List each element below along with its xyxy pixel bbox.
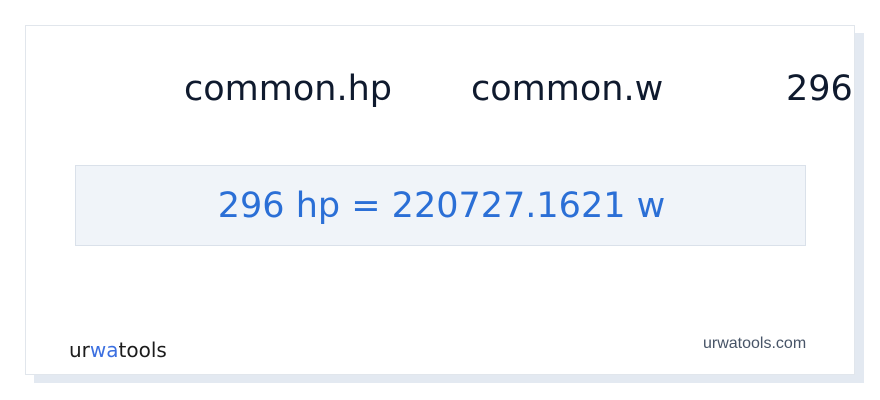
- amount-value: 296: [786, 69, 853, 109]
- site-url: urwatools.com: [703, 335, 807, 352]
- logo-accent: wa: [89, 338, 119, 362]
- page: common.hp common.w 296 296 hp = 220727.1…: [0, 0, 880, 400]
- logo-suffix: tools: [118, 338, 167, 362]
- to-unit-label: common.w: [471, 69, 664, 109]
- urwatools-logo: urwatools: [69, 338, 167, 362]
- from-unit-label: common.hp: [184, 69, 392, 109]
- logo-prefix: ur: [69, 338, 90, 362]
- conversion-result: 296 hp = 220727.1621 w: [217, 186, 666, 226]
- result-box: 296 hp = 220727.1621 w: [75, 165, 806, 246]
